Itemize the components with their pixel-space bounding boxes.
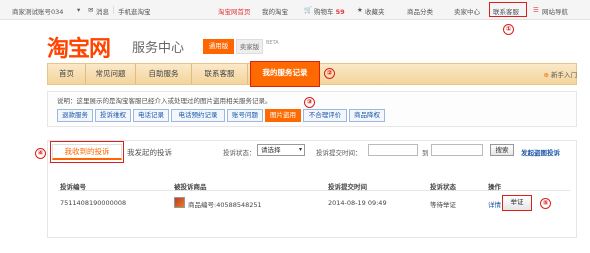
col-action: 操作	[488, 183, 501, 191]
newbie-label: 新手入门	[551, 71, 577, 79]
site-nav-link[interactable]: 网站导航	[542, 6, 568, 16]
seller-center-link[interactable]: 卖家中心	[454, 6, 480, 16]
service-center-title: 服务中心	[132, 41, 185, 56]
tab-received-complaints[interactable]: 我收到的投诉	[52, 144, 122, 160]
star-icon: ★	[357, 6, 363, 14]
mail-icon: ✉	[88, 6, 94, 14]
mobile-link[interactable]: 手机逛淘宝	[118, 6, 151, 16]
tab-image-theft[interactable]: 图片盗用	[265, 109, 301, 122]
tab-sent-complaints[interactable]: 我发起的投诉	[127, 147, 172, 158]
chevron-down-icon: ▾	[77, 6, 81, 14]
col-time: 投诉提交时间	[328, 183, 367, 191]
time-label: 投诉提交时间：	[316, 149, 362, 157]
divider	[113, 6, 114, 14]
seller-version-badge[interactable]: 卖家版	[236, 39, 263, 54]
nav-my-records[interactable]: 我的服务记录	[250, 61, 320, 87]
end-date-input[interactable]	[431, 144, 483, 156]
initiate-complaint-link[interactable]: 发起盗图投诉	[521, 147, 560, 157]
taobao-logo[interactable]: 淘宝网	[47, 31, 111, 63]
product-thumbnail[interactable]	[174, 197, 185, 208]
beta-label: BETA	[266, 40, 279, 46]
table-header: 投诉编号 被投诉商品 投诉提交时间 投诉状态 操作	[58, 179, 570, 191]
provide-evidence-button[interactable]: 举证	[502, 195, 532, 211]
home-link[interactable]: 淘宝网首页	[218, 6, 251, 16]
tab-account[interactable]: 账号问题	[227, 109, 263, 122]
complaint-id: 7511408190000008	[60, 199, 127, 207]
marker-4: ④	[35, 148, 46, 159]
favorites-link[interactable]: 收藏夹	[365, 6, 385, 16]
submit-time: 2014-08-19 09:49	[328, 199, 387, 207]
col-id: 投诉编号	[60, 183, 86, 191]
cart-link[interactable]: 购物车 59	[314, 6, 345, 16]
status-label: 投诉状态：	[223, 149, 256, 157]
top-bar: 商家测试账号034 ▾ ✉ 消息 手机逛淘宝 淘宝网首页 我的淘宝 🛒 购物车 …	[0, 0, 590, 20]
nav-self-service[interactable]: 自助服务	[136, 64, 192, 84]
col-status: 投诉状态	[430, 183, 456, 191]
contact-service-link[interactable]: 联系客服	[493, 6, 519, 16]
to-label: 到	[422, 149, 429, 157]
col-product: 被投诉商品	[174, 183, 207, 191]
cart-count: 59	[335, 8, 345, 16]
marker-3: ③	[304, 97, 315, 108]
tab-unfair-review[interactable]: 不合理评价	[303, 109, 347, 122]
search-button[interactable]: 搜索	[490, 144, 514, 156]
cart-icon: 🛒	[304, 6, 313, 14]
categories-link[interactable]: 商品分类	[407, 6, 433, 16]
notice-text: 说明：这里展示的是淘宝客服已经介入或处理过的图片盗用相关服务记录。	[57, 97, 272, 105]
cart-label: 购物车	[314, 8, 334, 16]
tab-phone-booking[interactable]: 电话预约记录	[171, 109, 225, 122]
general-version-badge[interactable]: 通用版	[203, 39, 234, 54]
marker-1: ①	[503, 24, 514, 35]
tab-refund[interactable]: 退款服务	[57, 109, 93, 122]
detail-link[interactable]: 详情	[488, 199, 501, 209]
tab-demotion[interactable]: 商品降权	[349, 109, 385, 122]
menu-icon: ☰	[533, 6, 539, 14]
tab-complaint[interactable]: 投诉维权	[95, 109, 131, 122]
status-select[interactable]: 请选择	[257, 144, 305, 156]
nav-home[interactable]: 首页	[48, 64, 86, 84]
account-link[interactable]: 商家测试账号034	[12, 6, 63, 16]
newbie-link[interactable]: ⊕ 新手入门	[543, 69, 577, 79]
messages-link[interactable]: 消息	[96, 6, 109, 16]
nav-contact[interactable]: 联系客服	[192, 64, 248, 84]
tab-phone[interactable]: 电话记录	[133, 109, 169, 122]
start-date-input[interactable]	[368, 144, 418, 156]
marker-2: ②	[324, 68, 335, 79]
complaint-status: 等待举证	[430, 201, 456, 209]
my-taobao-link[interactable]: 我的淘宝	[262, 6, 288, 16]
marker-5: ⑤	[540, 198, 551, 209]
nav-faq[interactable]: 常见问题	[86, 64, 136, 84]
info-icon: ⊕	[543, 71, 549, 79]
product-id-link[interactable]: 商品编号:40588548251	[188, 199, 262, 209]
product-id: 商品编号:40588548251	[188, 201, 262, 209]
